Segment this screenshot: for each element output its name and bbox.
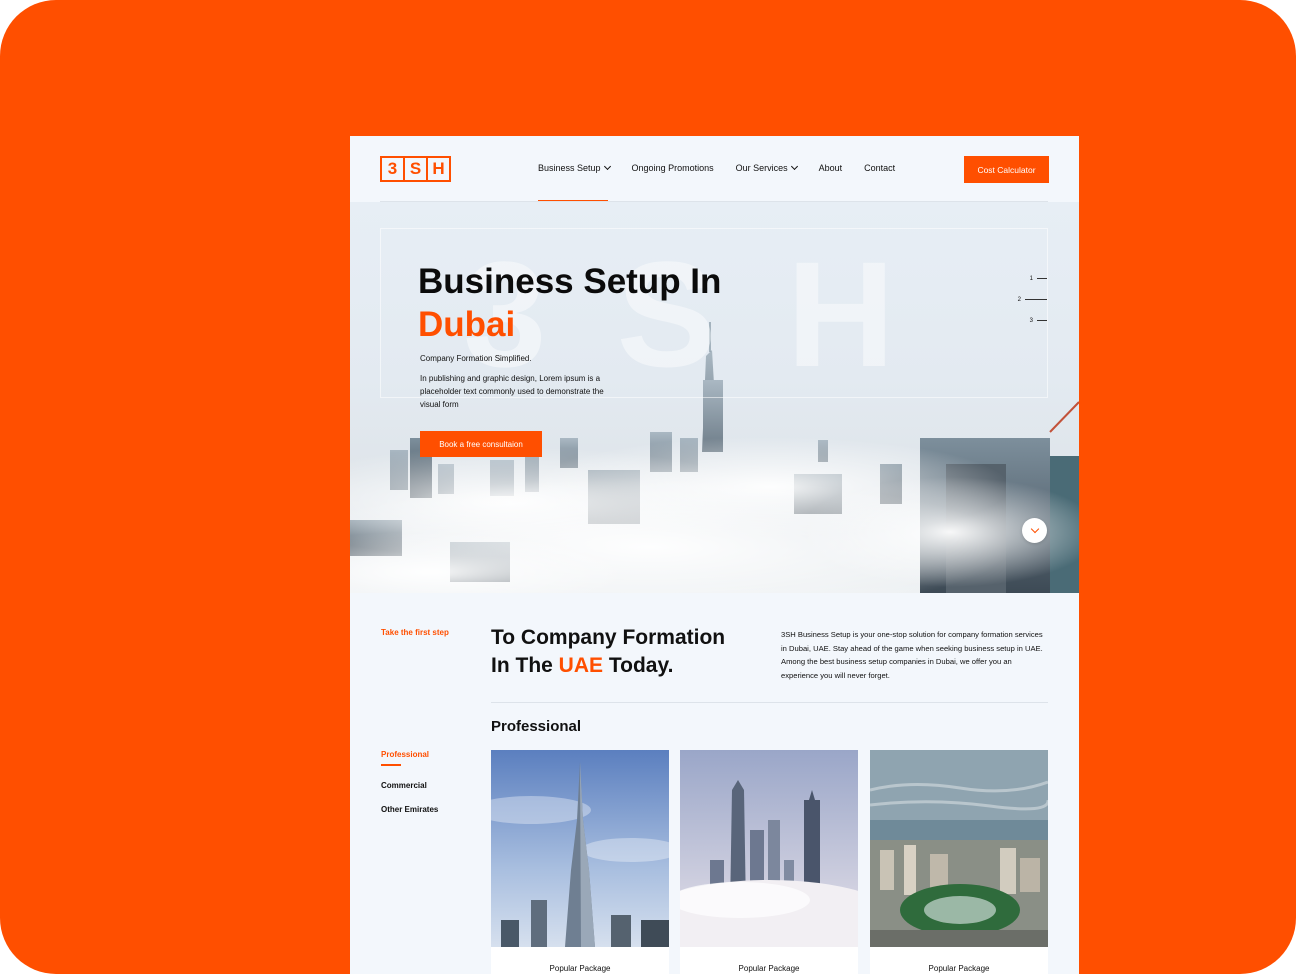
nav-about[interactable]: About [819, 163, 843, 173]
hero-description: In publishing and graphic design, Lorem … [420, 374, 604, 409]
chevron-down-icon [1030, 524, 1039, 534]
slide-indicator-2[interactable]: 2 [1018, 289, 1047, 310]
section-divider [491, 702, 1048, 703]
slide-number: 2 [1017, 296, 1021, 303]
intro-title-line2: In The [491, 654, 559, 677]
slide-indicators: 1 2 3 [1018, 268, 1047, 331]
nav-label: Our Services [735, 163, 788, 173]
logo-letter: S [403, 156, 428, 182]
nav-label: Business Setup [538, 163, 601, 173]
package-tabs: Professional Commercial Other Emirates [381, 750, 438, 829]
package-card[interactable]: Popular Package [870, 750, 1048, 974]
intro-title-end: Today. [603, 654, 674, 677]
hero-title-accent: Dubai [418, 305, 516, 344]
brand-logo[interactable]: 3 S H [380, 156, 451, 182]
nav-business-setup[interactable]: Business Setup [538, 162, 611, 173]
slide-number: 3 [1029, 317, 1033, 324]
nav-contact[interactable]: Contact [864, 163, 895, 173]
nav-our-services[interactable]: Our Services [735, 162, 798, 173]
packages-heading: Professional [491, 718, 582, 735]
nav-label: About [818, 163, 843, 173]
package-image [680, 750, 858, 947]
logo-letter: 3 [380, 156, 405, 182]
active-tab-indicator [381, 764, 401, 766]
site-header: 3 S H Business Setup Ongoing Promotions … [350, 136, 1079, 202]
package-card[interactable]: Popular Package [491, 750, 669, 974]
intro-title-accent: UAE [558, 654, 604, 677]
tab-label: Commercial [381, 780, 427, 790]
package-card[interactable]: Popular Package [680, 750, 858, 974]
hero-title: Business Setup In [418, 262, 722, 301]
header-divider [380, 201, 1048, 202]
chevron-down-icon [603, 162, 611, 171]
package-caption: Popular Package [738, 964, 800, 973]
slide-indicator-3[interactable]: 3 [1018, 310, 1047, 331]
tab-label: Other Emirates [381, 804, 439, 814]
package-image [491, 750, 669, 947]
slide-line [1037, 278, 1047, 279]
logo-letter: H [426, 156, 451, 182]
nav-label: Contact [864, 163, 896, 173]
tab-label: Professional [381, 750, 430, 759]
intro-title: To Company Formation In The UAE Today. [491, 624, 725, 680]
tab-commercial[interactable]: Commercial [381, 781, 438, 790]
hero-subtitle: Company Formation Simplified. [420, 354, 532, 363]
package-caption: Popular Package [549, 964, 611, 973]
orange-backdrop: 3 S H Business Setup Ongoing Promotions … [0, 0, 1296, 974]
package-caption: Popular Package [928, 964, 990, 973]
package-image [870, 750, 1048, 947]
intro-title-line1: To Company Formation [491, 626, 726, 649]
slide-indicator-1[interactable]: 1 [1018, 268, 1047, 289]
slide-line [1025, 299, 1047, 300]
scroll-down-button[interactable] [1022, 518, 1047, 543]
main-nav: Business Setup Ongoing Promotions Our Se… [538, 162, 917, 173]
nav-label: Ongoing Promotions [631, 163, 714, 173]
intro-description: 3SH Business Setup is your one-stop solu… [781, 630, 1043, 680]
intro-kicker: Take the first step [381, 628, 449, 637]
slide-line [1037, 320, 1047, 321]
tab-other-emirates[interactable]: Other Emirates [381, 805, 438, 814]
slide-number: 1 [1029, 275, 1033, 282]
book-consultation-button[interactable]: Book a free consultaion [420, 431, 542, 457]
tab-professional[interactable]: Professional [381, 750, 438, 766]
hero-section: 3SH Business Setup In Dubai Company Form… [350, 202, 1079, 593]
chevron-down-icon [790, 162, 798, 171]
nav-ongoing-promotions[interactable]: Ongoing Promotions [632, 163, 714, 173]
website-page: 3 S H Business Setup Ongoing Promotions … [350, 136, 1079, 974]
cost-calculator-button[interactable]: Cost Calculator [964, 156, 1049, 183]
